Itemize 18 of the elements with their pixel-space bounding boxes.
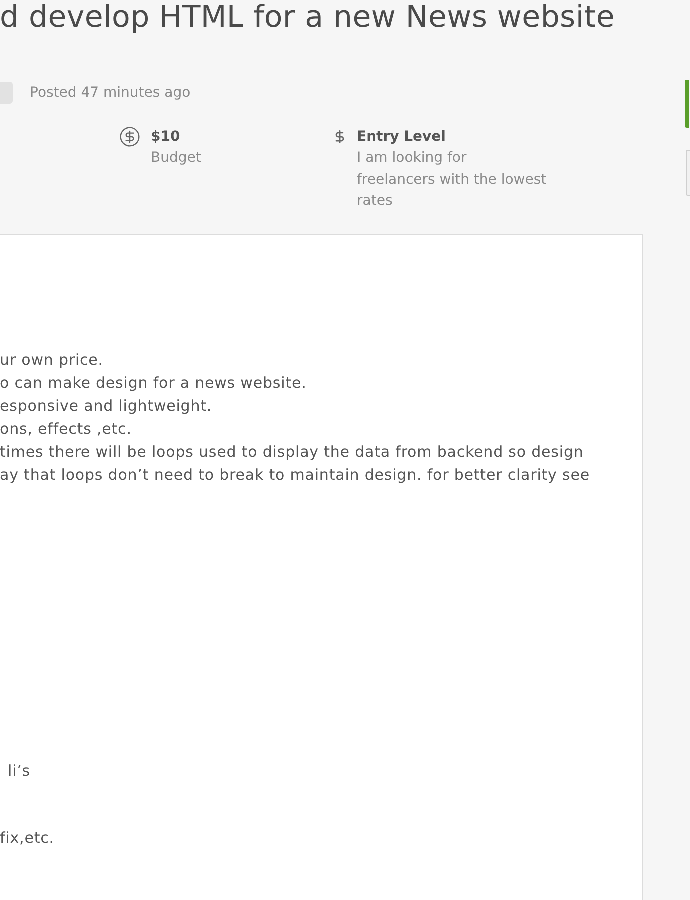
secondary-button[interactable] — [686, 150, 690, 196]
dollar-icon — [333, 130, 347, 144]
stat-label: I am looking for freelancers with the lowest rates — [357, 149, 547, 211]
dollar-circle-icon — [119, 126, 141, 148]
description-line: li’s — [8, 760, 32, 782]
description-line: ons, effects ,etc. — [0, 418, 133, 440]
stat-value: Entry Level — [357, 128, 447, 147]
description-line: ay that loops don’t need to break to maintain design. for better clarity see — [0, 464, 591, 486]
description-line: times there will be loops used to display the data from backend so design — [0, 442, 585, 462]
description-line: esponsive and lightweight. — [0, 396, 214, 416]
description-line: o can make design for a news website. — [0, 372, 308, 394]
description-line: ur own price. — [0, 350, 104, 370]
description-line: fix,etc. — [0, 828, 56, 848]
stat-label: Budget — [151, 149, 202, 168]
job-title: d develop HTML for a new News website — [0, 0, 616, 36]
posted-time: Posted 47 minutes ago — [30, 85, 191, 101]
stat-value: $10 — [151, 128, 182, 147]
action-button[interactable] — [685, 80, 689, 128]
